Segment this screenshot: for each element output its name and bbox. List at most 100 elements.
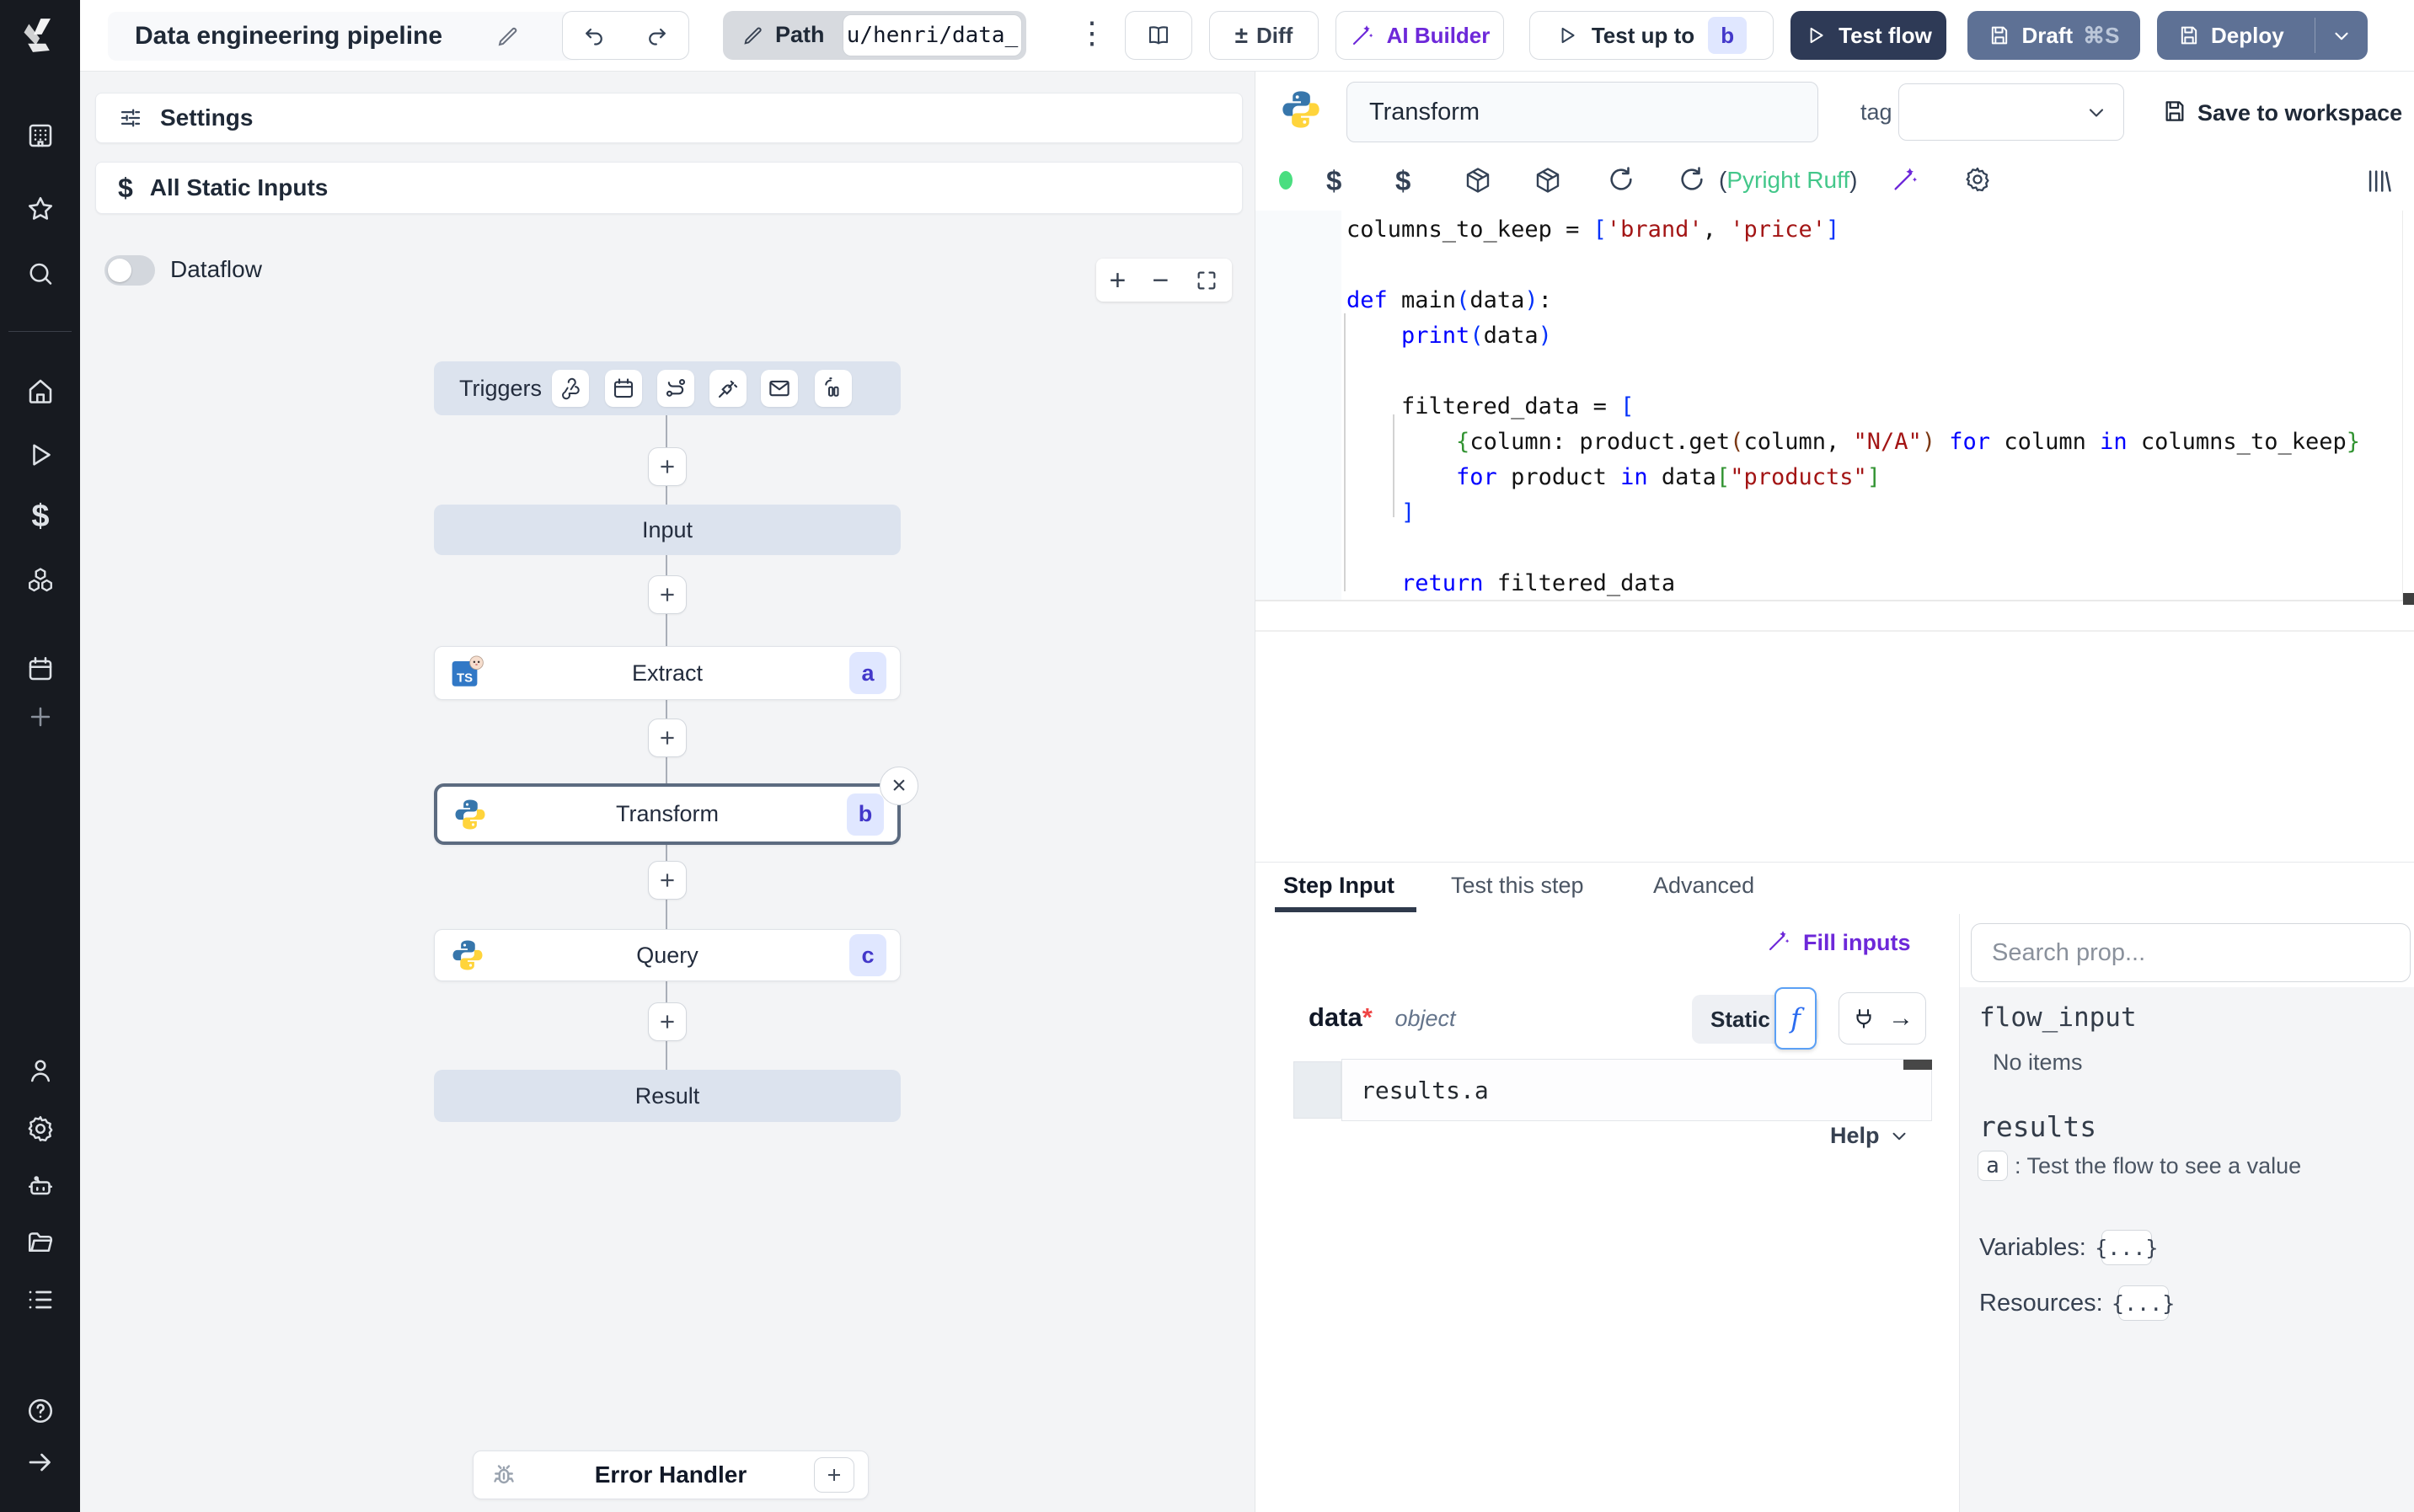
test-up-to-button[interactable]: Test up to b <box>1529 11 1774 60</box>
save-to-workspace-button[interactable]: Save to workspace <box>2197 100 2402 126</box>
save-icon <box>1992 26 2008 45</box>
results-section-label[interactable]: results <box>1979 1110 2096 1143</box>
draft-shortcut: ⌘S <box>2083 22 2120 48</box>
result-row[interactable]: a : Test the flow to see a value <box>1978 1151 2301 1181</box>
code-editor[interactable]: columns_to_keep = ['brand', 'price'] def … <box>1346 212 2408 601</box>
all-static-inputs-row[interactable]: $ All Static Inputs <box>95 162 1243 214</box>
deploy-button[interactable]: Deploy <box>2157 11 2368 60</box>
windmill-logo-icon[interactable] <box>15 12 62 59</box>
fit-view-button[interactable] <box>1195 269 1218 292</box>
expression-editor[interactable]: results.a <box>1341 1059 1932 1121</box>
static-inputs-dollar-icon[interactable]: $ <box>1326 165 1341 197</box>
transform-step-node-selected[interactable]: Transform b <box>434 783 901 845</box>
python-icon <box>1279 88 1323 135</box>
library-icon[interactable] <box>2364 167 2393 195</box>
play-icon <box>1561 27 1575 44</box>
expression-editor-gutter <box>1293 1061 1341 1119</box>
reload-icon[interactable] <box>1678 165 1706 194</box>
editor-settings-gear-icon[interactable] <box>1963 165 1992 194</box>
insert-step-button[interactable] <box>648 861 687 900</box>
add-error-handler-button[interactable] <box>814 1457 854 1493</box>
ai-wand-icon[interactable] <box>1891 165 1919 194</box>
javascript-expression-mode-button[interactable]: f <box>1774 987 1817 1050</box>
schedule-trigger-icon[interactable] <box>605 370 642 407</box>
test-up-to-step-badge: b <box>1708 17 1748 54</box>
result-key-badge[interactable]: a <box>1978 1151 2008 1181</box>
extract-step-node[interactable]: TS Extract a <box>434 646 901 700</box>
more-options-kebab-icon[interactable]: ⋮ <box>1077 15 1109 51</box>
schedules-calendar-icon[interactable] <box>24 652 57 686</box>
resources-value-badge[interactable]: {...} <box>2112 1285 2175 1321</box>
tab-step-input[interactable]: Step Input <box>1283 873 1394 899</box>
insert-step-button[interactable] <box>648 1002 687 1041</box>
resources-cubes-icon[interactable] <box>24 564 57 597</box>
tag-label: tag <box>1860 99 1892 125</box>
deselect-step-close-button[interactable]: × <box>880 767 918 805</box>
variables-value-badge[interactable]: {...} <box>2095 1230 2158 1265</box>
variables-dollar-icon[interactable]: $ <box>1395 165 1410 197</box>
reload-icon[interactable] <box>1607 165 1635 194</box>
step-name-input[interactable]: Transform <box>1346 82 1818 142</box>
error-handler-node[interactable]: Error Handler <box>473 1451 869 1499</box>
sidebar-more-plus-icon[interactable] <box>24 700 57 734</box>
email-trigger-icon[interactable] <box>761 370 798 407</box>
webhook-trigger-icon[interactable] <box>552 370 589 407</box>
edit-title-pencil-icon[interactable] <box>495 24 521 49</box>
tag-select[interactable] <box>1898 83 2124 141</box>
sliders-icon <box>120 109 141 127</box>
workers-robot-icon[interactable] <box>24 1169 57 1203</box>
settings-gear-icon[interactable] <box>24 1112 57 1146</box>
zoom-out-button[interactable]: − <box>1153 266 1170 295</box>
redo-button[interactable] <box>625 11 689 60</box>
connect-input-group[interactable]: → <box>1839 992 1926 1045</box>
folders-icon[interactable] <box>24 1226 57 1259</box>
undo-button[interactable] <box>562 11 626 60</box>
tab-test-this-step[interactable]: Test this step <box>1451 873 1584 899</box>
path-value[interactable]: u/henri/data_ <box>843 14 1022 56</box>
user-icon[interactable] <box>24 1054 57 1087</box>
zoom-in-button[interactable]: + <box>1110 266 1127 295</box>
tab-advanced[interactable]: Advanced <box>1653 873 1754 899</box>
package-icon[interactable] <box>1463 165 1493 195</box>
poll-watch-trigger-icon[interactable] <box>815 370 852 407</box>
docs-book-button[interactable] <box>1125 11 1192 60</box>
deploy-chevron-down-icon[interactable] <box>2331 25 2352 47</box>
collapse-arrow-icon[interactable] <box>24 1445 57 1479</box>
insert-step-button[interactable] <box>648 447 687 486</box>
websocket-plug-trigger-icon[interactable] <box>709 370 747 407</box>
input-node[interactable]: Input <box>434 505 901 555</box>
help-toggle[interactable]: Help <box>1830 1123 1910 1149</box>
ai-builder-button[interactable]: AI Builder <box>1335 11 1504 60</box>
http-route-trigger-icon[interactable] <box>657 370 694 407</box>
workspace-icon[interactable] <box>24 119 57 152</box>
audit-logs-icon[interactable] <box>24 1283 57 1317</box>
favorites-star-icon[interactable] <box>24 192 57 226</box>
package-icon[interactable] <box>1533 165 1563 195</box>
search-icon[interactable] <box>24 258 57 291</box>
runs-icon[interactable] <box>24 438 57 472</box>
home-icon[interactable] <box>24 374 57 408</box>
fill-inputs-button[interactable]: Fill inputs <box>1803 930 1911 956</box>
test-flow-button[interactable]: Test flow <box>1790 11 1946 60</box>
query-step-node[interactable]: Query c <box>434 929 901 981</box>
help-icon[interactable] <box>24 1394 57 1428</box>
dataflow-toggle[interactable] <box>104 255 155 286</box>
diff-icon: ± <box>1234 22 1249 48</box>
query-step-label: Query <box>636 942 699 968</box>
path-button[interactable]: Path u/henri/data_ <box>723 11 1026 60</box>
result-node[interactable]: Result <box>434 1070 901 1122</box>
draft-button[interactable]: Draft ⌘S <box>1967 11 2140 60</box>
path-label: Path <box>775 22 825 47</box>
insert-step-button[interactable] <box>648 575 687 614</box>
flow-input-section-label[interactable]: flow_input <box>1979 1002 2137 1033</box>
search-prop-input[interactable] <box>1971 923 2411 982</box>
resources-row: Resources: {...} <box>1979 1285 2175 1321</box>
insert-step-button[interactable] <box>648 719 687 757</box>
editor-section-border <box>1255 630 2414 632</box>
flow-settings-row[interactable]: Settings <box>95 93 1243 143</box>
editor-scrollbar-thumb[interactable] <box>2403 593 2414 605</box>
triggers-label: Triggers <box>459 375 543 401</box>
variables-dollar-icon[interactable]: $ <box>24 499 57 534</box>
diff-button[interactable]: ± Diff <box>1209 11 1319 60</box>
test-flow-label: Test flow <box>1839 22 1932 48</box>
